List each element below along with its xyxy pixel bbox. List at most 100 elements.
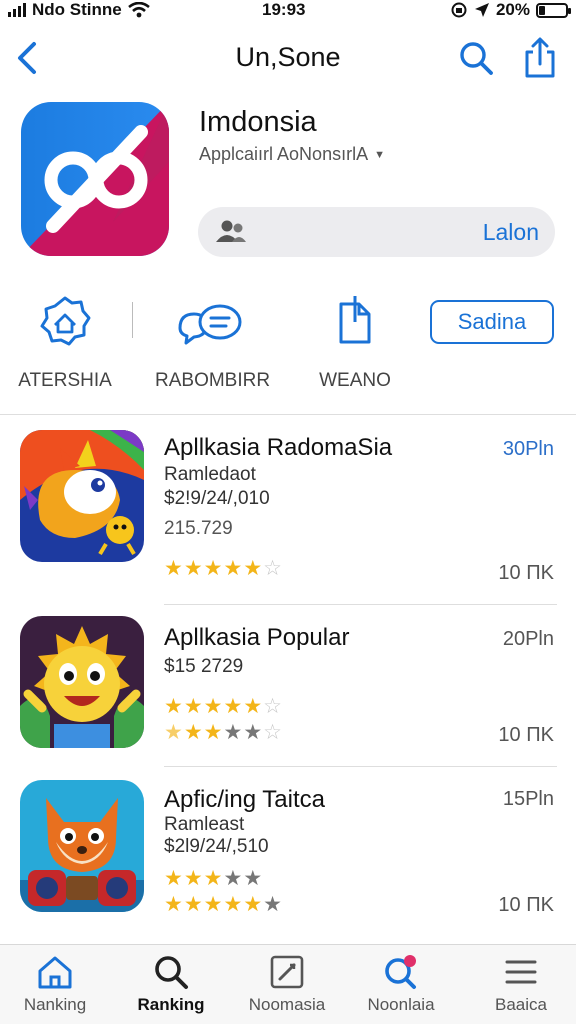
star-icon: ★ xyxy=(223,893,243,916)
star-icon: ★ xyxy=(243,867,263,890)
star-icon: ★ xyxy=(164,557,183,580)
game-icon-bird xyxy=(20,430,144,562)
action-atershia[interactable]: ATERSHIA xyxy=(10,292,120,392)
star-icon: ★ xyxy=(164,867,183,890)
tab-nanking[interactable]: Nanking xyxy=(0,953,110,1015)
star-icon: ★ xyxy=(183,893,203,916)
item-count: 10 ΠK xyxy=(498,724,554,746)
search-icon xyxy=(155,956,188,989)
battery-percent: 20% xyxy=(495,0,530,19)
item-subtitle: Ramledaot xyxy=(164,464,256,485)
tab-label: Noomasia xyxy=(248,995,326,1014)
star-icon: ★ xyxy=(164,721,183,744)
carrier-name: Ndo Stinne xyxy=(32,0,122,19)
item-count: 10 ΠK xyxy=(498,894,554,916)
navigation-bar: Un,Sone xyxy=(0,32,576,88)
star-icon: ★ xyxy=(203,557,223,580)
item-price-range: $2!9/24/,010 xyxy=(164,488,270,509)
rating-stars-secondary: ★ ★ ★ ★ ★ ★ xyxy=(164,894,282,915)
actions-row: ATERSHIA RABOMBIRR WEANO Sadina xyxy=(0,292,576,402)
list-item[interactable]: Apllkasia RadomaSia Ramledaot $2!9/24/,0… xyxy=(0,414,576,584)
house-icon xyxy=(38,956,72,989)
tab-bar: Nanking Ranking Noomasia Noonlaia Baaica xyxy=(0,944,576,1024)
rating-stars: ★ ★ ★ ★ ★ xyxy=(164,868,262,889)
star-icon: ★ xyxy=(243,695,263,718)
star-icon: ★ xyxy=(164,695,183,718)
tab-label: Nanking xyxy=(23,995,87,1014)
tab-noomasia[interactable]: Noomasia xyxy=(232,953,342,1015)
star-icon: ★ xyxy=(223,721,243,744)
rating-stars: ★ ★ ★ ★ ★ ☆ xyxy=(164,696,282,717)
document-icon xyxy=(339,296,371,344)
star-icon: ★ xyxy=(223,867,243,890)
app-icon xyxy=(21,102,169,256)
app-subtitle[interactable]: Applcaiırl AoNonsırlA ▼ xyxy=(199,144,385,165)
tab-noonlaia[interactable]: Noonlaia xyxy=(346,953,456,1015)
star-icon: ☆ xyxy=(263,695,282,718)
star-icon: ★ xyxy=(243,893,263,916)
rating-stars-secondary: ★ ★ ★ ★ ★ ☆ xyxy=(164,722,282,743)
app-subtitle-text: Applcaiırl AoNonsırlA xyxy=(199,144,369,164)
game-icon-sun-monster xyxy=(20,616,144,748)
get-button[interactable]: Lalon xyxy=(198,207,555,257)
item-price-range: $2l9/24/,510 xyxy=(164,836,269,857)
status-time: 19:93 xyxy=(262,0,306,19)
item-price: 15Pln xyxy=(502,788,554,810)
item-price-range: $15 2729 xyxy=(164,656,244,677)
list-item[interactable]: Apfic/ing Taitca Ramleast $2l9/24/,510 ★… xyxy=(0,766,576,936)
star-icon: ☆ xyxy=(263,721,282,744)
star-icon: ★ xyxy=(183,695,203,718)
star-icon: ★ xyxy=(263,893,282,916)
battery-icon xyxy=(536,2,571,18)
star-icon: ★ xyxy=(243,557,263,580)
search-icon[interactable] xyxy=(456,38,496,78)
home-badge-icon xyxy=(40,296,91,346)
star-icon: ☆ xyxy=(263,557,282,580)
share-icon[interactable] xyxy=(520,36,560,80)
edit-square-icon xyxy=(270,955,304,989)
orientation-lock-icon xyxy=(451,2,467,18)
star-icon: ★ xyxy=(203,695,223,718)
list-item[interactable]: Apllkasia Popular $15 2729 ★ ★ ★ ★ ★ ☆ ★ ★ ★ ★ ★ ☆… xyxy=(0,604,576,774)
star-icon: ★ xyxy=(203,867,223,890)
item-count: 10 ΠK xyxy=(498,562,554,584)
location-arrow-icon xyxy=(474,3,489,17)
tab-baaica[interactable]: Baaica xyxy=(466,953,576,1015)
item-price: 30Pln xyxy=(502,438,554,460)
action-label: RABOMBIRR xyxy=(155,370,271,391)
app-name: Imdonsia xyxy=(199,106,317,138)
signal-icon xyxy=(8,3,26,17)
wifi-icon xyxy=(127,2,150,18)
tab-label: Ranking xyxy=(137,995,205,1014)
star-icon: ★ xyxy=(203,893,223,916)
action-weano[interactable]: WEANO xyxy=(300,292,410,392)
item-title: Apllkasia RadomaSia xyxy=(164,434,393,461)
status-bar: Ndo Stinne 19:93 20% xyxy=(0,0,576,22)
action-label: ATERSHIA xyxy=(18,370,112,391)
menu-lines-icon xyxy=(505,960,537,984)
star-icon: ★ xyxy=(223,695,243,718)
star-icon: ★ xyxy=(243,721,263,744)
divider xyxy=(132,302,133,338)
search-notification-icon xyxy=(385,955,416,989)
star-icon: ★ xyxy=(183,867,203,890)
item-price: 20Pln xyxy=(502,628,554,650)
get-button-label: Lalon xyxy=(482,219,539,245)
chat-bubbles-icon xyxy=(178,304,242,345)
sadina-button[interactable]: Sadina xyxy=(430,300,554,344)
caret-down-icon: ▼ xyxy=(374,149,385,161)
tab-label: Baaica xyxy=(495,995,547,1014)
star-icon: ★ xyxy=(183,721,203,744)
status-right: 20% xyxy=(450,0,571,20)
people-icon xyxy=(216,220,246,242)
action-label: WEANO xyxy=(319,370,391,391)
status-left: Ndo Stinne xyxy=(8,0,150,20)
tab-label: Noonlaia xyxy=(367,995,435,1014)
rating-stars: ★ ★ ★ ★ ★ ☆ xyxy=(164,558,282,579)
action-rabombirr[interactable]: RABOMBIRR xyxy=(155,292,271,392)
item-subtitle: Ramleast xyxy=(164,814,245,835)
game-icon-fox xyxy=(20,780,144,912)
star-icon: ★ xyxy=(164,893,183,916)
item-title: Apllkasia Popular xyxy=(164,624,350,651)
tab-ranking[interactable]: Ranking xyxy=(116,953,226,1015)
